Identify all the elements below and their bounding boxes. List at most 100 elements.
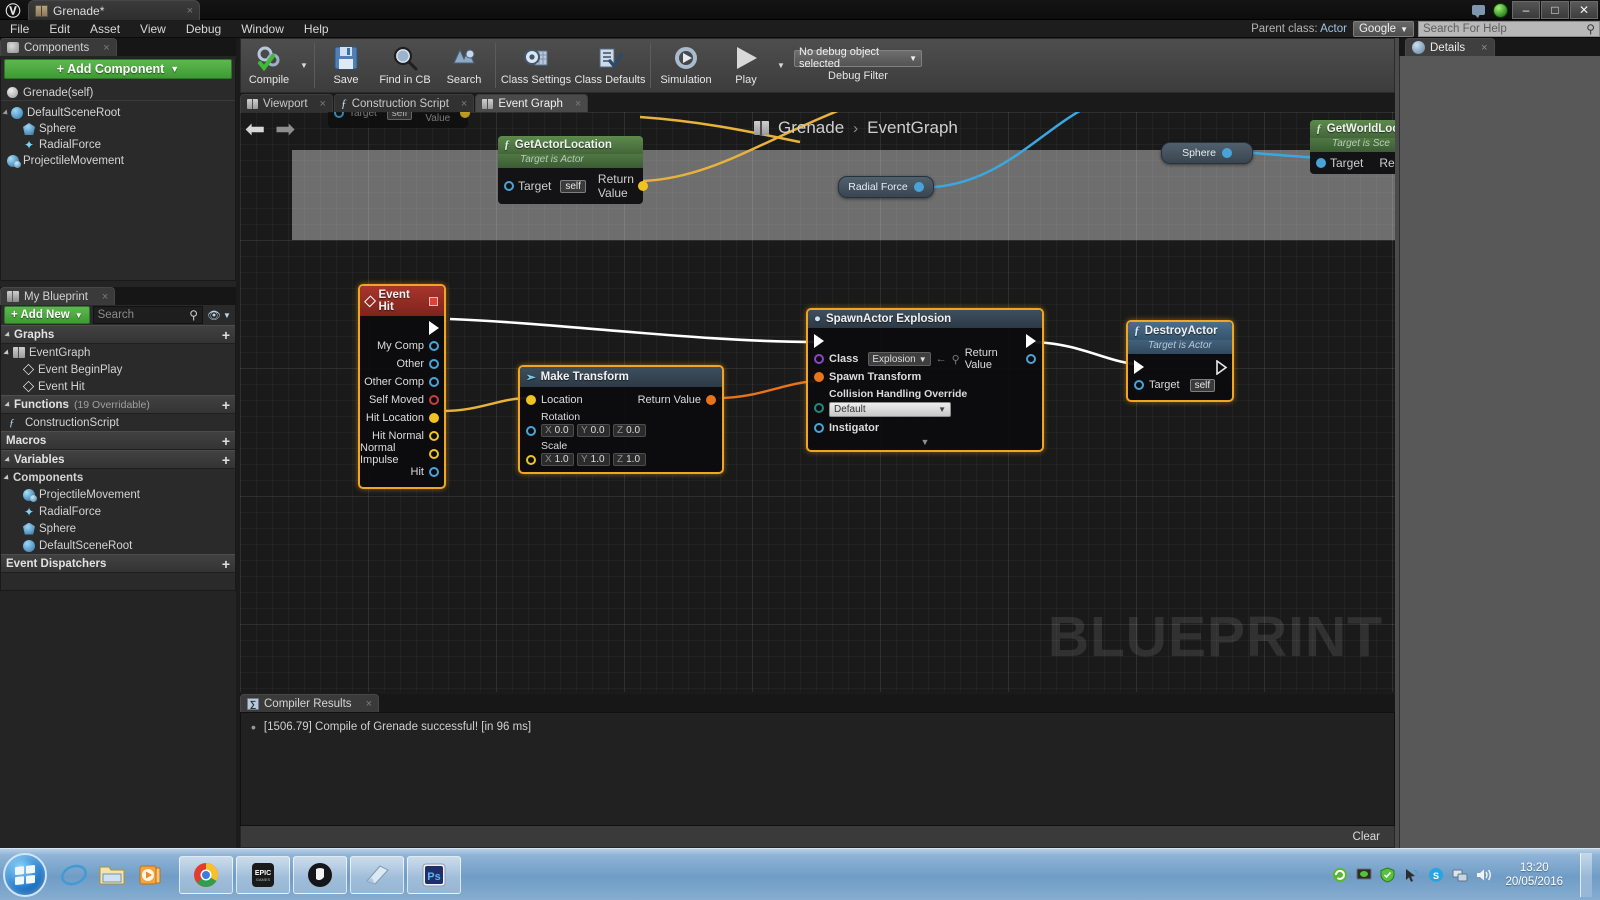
rotation-x-field[interactable]: X 0.0 bbox=[541, 424, 574, 437]
section-header-macros[interactable]: Macros + bbox=[1, 431, 235, 450]
close-icon[interactable]: × bbox=[187, 5, 193, 17]
exec-input-pin[interactable] bbox=[814, 334, 824, 348]
instigator-pin[interactable] bbox=[814, 423, 824, 433]
add-variable-button[interactable]: + bbox=[222, 452, 230, 468]
pin-row-self-moved[interactable]: Self Moved bbox=[360, 391, 444, 409]
shield-tray-icon[interactable] bbox=[1379, 866, 1396, 883]
close-icon[interactable]: × bbox=[366, 698, 372, 710]
epic-games-launcher-taskbar-button[interactable]: EPIC GAMES bbox=[236, 855, 290, 894]
subsection-header-components[interactable]: Components bbox=[1, 469, 235, 486]
menu-file[interactable]: File bbox=[0, 20, 39, 38]
expand-arrow-icon[interactable] bbox=[3, 348, 11, 357]
asset-tab-grenade[interactable]: Grenade* × bbox=[28, 0, 200, 20]
node-spawn-actor-explosion[interactable]: ● SpawnActor Explosion Class Explosion ▼… bbox=[806, 308, 1044, 452]
menu-asset[interactable]: Asset bbox=[80, 20, 130, 38]
exec-output-pin[interactable] bbox=[429, 321, 439, 335]
location-pin[interactable] bbox=[526, 395, 536, 405]
node-radial-force-variable[interactable]: Radial Force bbox=[838, 176, 934, 198]
self-moved-pin[interactable] bbox=[429, 395, 439, 405]
pin-row-location[interactable]: Location Return Value bbox=[520, 391, 722, 409]
toolbar-button-play[interactable]: Play bbox=[718, 39, 774, 92]
node-destroy-actor[interactable]: ƒ DestroyActor Target is Actor Target se bbox=[1126, 320, 1234, 402]
target-value[interactable]: self bbox=[560, 179, 586, 193]
rotation-pin[interactable] bbox=[526, 426, 536, 436]
internet-explorer-icon[interactable] bbox=[57, 858, 91, 892]
pin-row-normal-impulse[interactable]: Normal Impulse bbox=[360, 442, 444, 466]
pin-row-other[interactable]: Other bbox=[360, 355, 444, 373]
back-arrow-icon[interactable]: ⬅ bbox=[245, 118, 265, 142]
scale-y-field[interactable]: Y 1.0 bbox=[577, 453, 610, 466]
compiler-results-body[interactable]: • [1506.79] Compile of Grenade successfu… bbox=[240, 712, 1395, 826]
expand-node-chevron-icon[interactable]: ▼ bbox=[808, 437, 1042, 448]
pin-row-my-comp[interactable]: My Comp bbox=[360, 337, 444, 355]
node-make-transform[interactable]: ➣ Make Transform Location Return Value R… bbox=[518, 365, 724, 474]
debug-object-dropdown[interactable]: No debug object selected ▼ bbox=[794, 46, 922, 70]
show-desktop-button[interactable] bbox=[1580, 852, 1592, 897]
section-header-functions[interactable]: Functions (19 Overridable) + bbox=[1, 395, 235, 414]
search-provider-dropdown[interactable]: Google ▼ bbox=[1352, 21, 1414, 37]
exec-input-pin[interactable] bbox=[1134, 360, 1144, 374]
mouse-tray-icon[interactable] bbox=[1403, 866, 1420, 883]
add-component-button[interactable]: + Add Component ▼ bbox=[4, 59, 232, 79]
parent-class-value[interactable]: Actor bbox=[1320, 23, 1347, 35]
node-get-actor-location[interactable]: ƒ GetActorLocation Target is Actor Targe… bbox=[498, 136, 648, 204]
skype-tray-icon[interactable]: S bbox=[1427, 866, 1444, 883]
collision-handling-pin[interactable] bbox=[814, 403, 824, 413]
self-value[interactable]: self bbox=[386, 112, 413, 120]
node-partial-top[interactable]: Target self Return Value bbox=[328, 112, 471, 128]
pin-row-collision-handling[interactable]: Collision Handling Override Default ▼ bbox=[808, 386, 1042, 419]
add-event-dispatcher-button[interactable]: + bbox=[222, 556, 230, 572]
browse-asset-icon[interactable]: ⚲ bbox=[952, 353, 960, 366]
close-icon[interactable]: × bbox=[103, 42, 109, 54]
normal-impulse-pin[interactable] bbox=[429, 449, 439, 459]
close-icon[interactable]: × bbox=[102, 291, 108, 303]
expand-arrow-icon[interactable] bbox=[4, 455, 12, 464]
pin-row-exec[interactable] bbox=[1128, 358, 1232, 376]
expand-arrow-icon[interactable] bbox=[4, 330, 12, 339]
expand-arrow-icon[interactable] bbox=[4, 400, 12, 409]
menu-debug[interactable]: Debug bbox=[176, 20, 231, 38]
scale-pin[interactable] bbox=[526, 455, 536, 465]
unreal-engine-taskbar-button[interactable] bbox=[293, 855, 347, 894]
feedback-icon[interactable] bbox=[1467, 0, 1489, 20]
nvidia-tray-icon[interactable] bbox=[1331, 866, 1348, 883]
pin-row-other-comp[interactable]: Other Comp bbox=[360, 373, 444, 391]
return-value-pin[interactable] bbox=[1026, 354, 1036, 364]
toolbar-button-search[interactable]: Search bbox=[436, 39, 492, 92]
pin-row-hit-location[interactable]: Hit Location bbox=[360, 409, 444, 427]
add-graph-button[interactable]: + bbox=[222, 327, 230, 343]
section-header-variables[interactable]: Variables + bbox=[1, 450, 235, 469]
compiler-message-row[interactable]: • [1506.79] Compile of Grenade successfu… bbox=[251, 720, 1384, 734]
graph-item-event-hit[interactable]: Event Hit bbox=[1, 378, 235, 395]
hit-normal-pin[interactable] bbox=[429, 431, 439, 441]
add-new-button[interactable]: + Add New ▼ bbox=[4, 306, 90, 324]
variable-item-sphere[interactable]: Sphere bbox=[1, 520, 235, 537]
tab-my-blueprint[interactable]: My Blueprint × bbox=[0, 287, 116, 305]
pin-row-class[interactable]: Class Explosion ▼ ← ⚲ Return Value bbox=[808, 347, 1042, 371]
class-pin[interactable] bbox=[814, 354, 824, 364]
tab-details[interactable]: Details × bbox=[1405, 38, 1495, 56]
variable-item-defaultsceneroot[interactable]: DefaultSceneRoot bbox=[1, 537, 235, 554]
scale-x-field[interactable]: X 1.0 bbox=[541, 453, 574, 466]
breadcrumb-root[interactable]: Grenade bbox=[778, 118, 844, 138]
photoshop-taskbar-button[interactable]: Ps bbox=[407, 855, 461, 894]
menu-view[interactable]: View bbox=[130, 20, 176, 38]
variable-item-radialforce[interactable]: ✦ RadialForce bbox=[1, 503, 235, 520]
other-pin[interactable] bbox=[429, 359, 439, 369]
expand-arrow-icon[interactable] bbox=[2, 109, 10, 117]
output-pin[interactable] bbox=[1221, 148, 1232, 158]
component-row-sphere[interactable]: Sphere bbox=[1, 121, 235, 137]
component-row-radialforce[interactable]: ✦ RadialForce bbox=[1, 137, 235, 153]
other-comp-pin[interactable] bbox=[429, 377, 439, 387]
tab-event-graph[interactable]: Event Graph × bbox=[475, 94, 589, 112]
close-button[interactable]: ✕ bbox=[1570, 1, 1598, 19]
hit-location-pin[interactable] bbox=[429, 413, 439, 423]
pin-row-scale[interactable]: Scale X 1.0 Y 1.0 Z 1.0 bbox=[520, 437, 722, 466]
node-event-hit[interactable]: Event Hit My Comp Other Other Comp Self … bbox=[358, 284, 446, 489]
tab-components[interactable]: Components × bbox=[0, 38, 117, 56]
tab-compiler-results[interactable]: ∑ Compiler Results × bbox=[240, 694, 379, 712]
visibility-options-button[interactable]: 👁 ▼ bbox=[206, 306, 232, 324]
close-icon[interactable]: × bbox=[461, 98, 467, 110]
display-tray-icon[interactable] bbox=[1355, 866, 1372, 883]
graph-item-event-beginplay[interactable]: Event BeginPlay bbox=[1, 361, 235, 378]
